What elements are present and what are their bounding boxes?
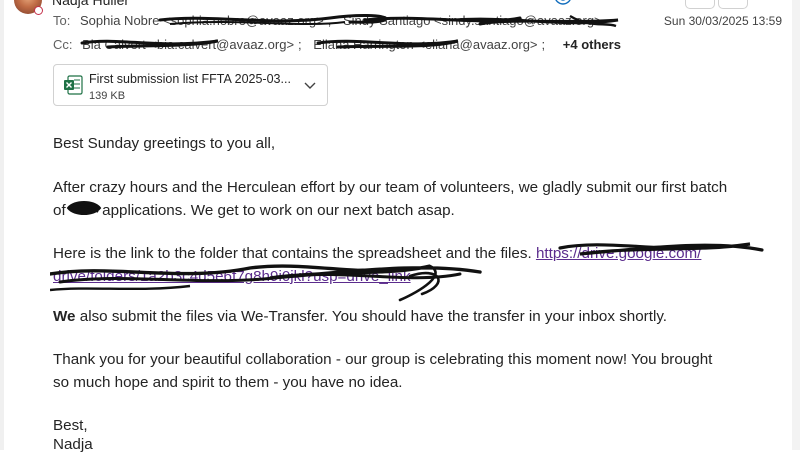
signature-name: Nadja <box>53 436 93 453</box>
summarize-button[interactable] <box>685 0 715 9</box>
to-label: To: <box>53 13 71 28</box>
attachment-size: 139 KB <box>89 90 126 102</box>
body-paragraph-line: Here is the link to the folder that cont… <box>53 242 701 265</box>
redacted-count: 500 <box>70 199 98 222</box>
reply-icon[interactable] <box>592 0 614 12</box>
more-options-icon[interactable] <box>764 0 786 12</box>
body-paragraph-line: Thank you for your beautiful collaborati… <box>53 351 713 368</box>
to-recipients-row: To: Sophia Nobre <sophia.nobre@avaaz.org… <box>53 13 602 28</box>
body-paragraph-line: so much hope and spirit to them - you ha… <box>53 374 403 391</box>
body-paragraph-line: of 500 applications. We get to work on o… <box>53 199 455 222</box>
grid-apps-icon <box>719 0 747 8</box>
reply-all-icon[interactable] <box>620 0 642 12</box>
more-recipients-link[interactable]: +4 others <box>563 37 621 52</box>
body-text: Here is the link to the folder that cont… <box>53 245 532 262</box>
recipient[interactable]: Sophia Nobre <sophia.nobre@avaaz.org> <box>80 13 324 28</box>
left-gutter <box>0 0 4 450</box>
recipient[interactable]: Sindy Santiago <sindy.santiago@avaaz.org… <box>343 13 602 28</box>
attachment-name: First submission list FFTA 2025-03... <box>89 72 291 86</box>
cc-recipients-row: Cc: Bia Calvert <bia.calvert@avaaz.org>;… <box>53 37 621 52</box>
excel-file-icon <box>64 75 83 95</box>
presence-status-icon <box>34 6 43 15</box>
body-text: applications. We get to work on our next… <box>102 202 455 219</box>
recipient[interactable]: Eliana Harrington <eliana@avaaz.org> <box>313 37 537 52</box>
sender-name[interactable]: Nadja Huiler <box>52 0 129 8</box>
forward-icon[interactable] <box>652 0 674 12</box>
folder-link[interactable]: https://drive.google.com/ <box>536 245 701 262</box>
chevron-down-icon[interactable] <box>303 79 317 93</box>
body-text: of <box>53 202 66 219</box>
body-paragraph-line: We also submit the files via We-Transfer… <box>53 305 667 328</box>
pencil-icon <box>692 0 694 1</box>
folder-link[interactable]: drive/folders/1a2b3c4d5e6f7g8h9i0jkl?usp… <box>53 268 411 285</box>
scrollbar[interactable] <box>792 0 800 450</box>
recipient[interactable]: Bia Calvert <bia.calvert@avaaz.org> <box>82 37 294 52</box>
body-text: also submit the files via We-Transfer. Y… <box>79 308 668 325</box>
attachment-card[interactable]: First submission list FFTA 2025-03... 13… <box>53 64 328 106</box>
body-paragraph-line: After crazy hours and the Herculean effo… <box>53 179 728 196</box>
emoji-react-icon[interactable] <box>552 0 574 12</box>
greeting-text: Best Sunday greetings to you all, <box>53 135 276 152</box>
body-text: We <box>53 308 76 325</box>
cc-label: Cc: <box>53 37 73 52</box>
apps-button[interactable] <box>718 0 748 9</box>
body-paragraph-line: drive/folders/1a2b3c4d5e6f7g8h9i0jkl?usp… <box>53 265 411 288</box>
sent-date: Sun 30/03/2025 13:59 <box>663 14 782 28</box>
